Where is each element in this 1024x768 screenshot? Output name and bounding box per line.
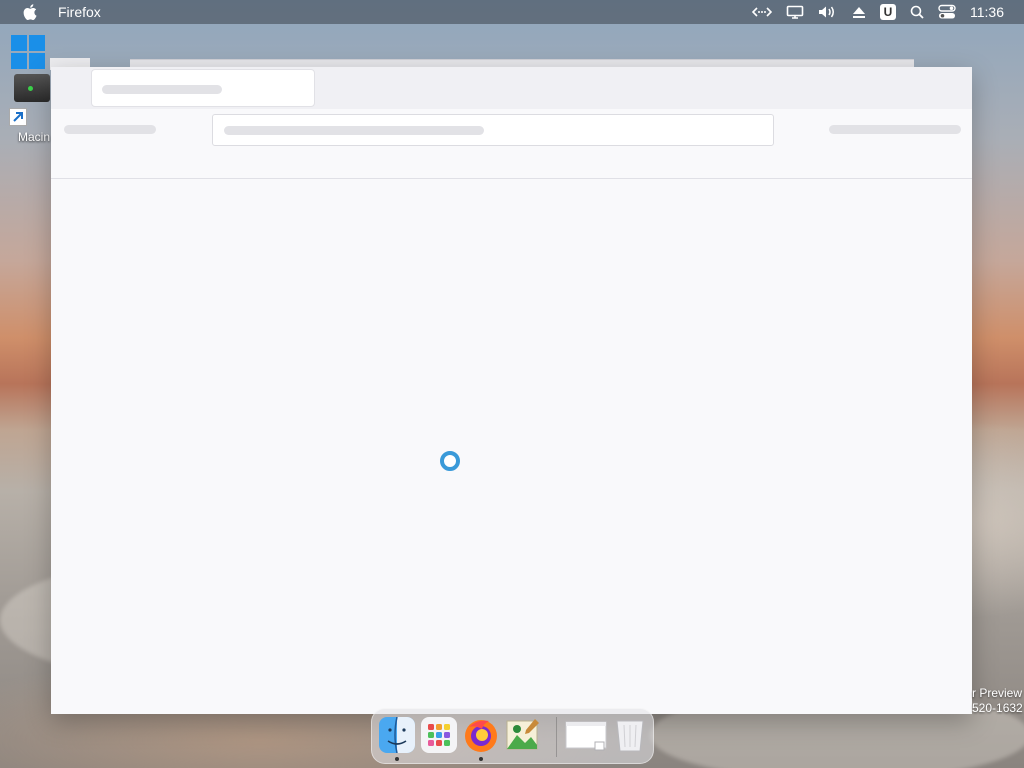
firefox-window[interactable] [51,67,972,714]
tab-title-placeholder [102,85,222,94]
shortcut-arrow-icon [9,108,27,126]
drive-led-icon [28,86,33,91]
menu-clock[interactable]: 11:36 [970,4,1004,20]
eject-icon[interactable] [852,0,866,24]
running-indicator [479,757,483,761]
volume-icon[interactable] [818,0,838,24]
image-editor-icon[interactable] [505,717,541,753]
toolbar-actions-placeholder [829,125,961,134]
apple-menu-icon[interactable] [22,4,38,20]
nav-toolbar [51,109,972,179]
finder-icon[interactable] [379,716,415,754]
url-bar[interactable] [212,114,774,146]
drive-icon[interactable] [14,74,50,102]
status-badge: U [880,4,896,20]
launchpad-icon[interactable] [421,717,457,753]
search-icon[interactable] [910,0,924,24]
window-preview-icon[interactable] [565,717,607,753]
remote-connection-icon[interactable] [752,0,772,24]
page-content [51,179,972,714]
watermark-line-2: 520-1632 [972,701,1023,715]
trash-icon[interactable] [612,717,648,753]
loading-spinner-icon [440,451,460,471]
active-app-name[interactable]: Firefox [58,4,101,20]
windows-logo-icon[interactable] [10,34,46,70]
tab-strip [51,67,972,109]
nav-buttons-placeholder [64,125,156,134]
dock-separator [556,717,557,757]
watermark-line-1: r Preview [972,686,1023,700]
display-icon[interactable] [786,0,804,24]
dock [371,708,654,764]
firefox-icon[interactable] [463,717,499,753]
menu-bar: Firefox U 11:36 [0,0,1024,24]
url-placeholder [224,126,484,135]
drive-label[interactable]: Macin [18,130,50,144]
control-center-icon[interactable] [938,0,956,24]
utm-status-item[interactable]: U [880,0,896,24]
running-indicator [395,757,399,761]
tab-loading[interactable] [91,69,315,107]
